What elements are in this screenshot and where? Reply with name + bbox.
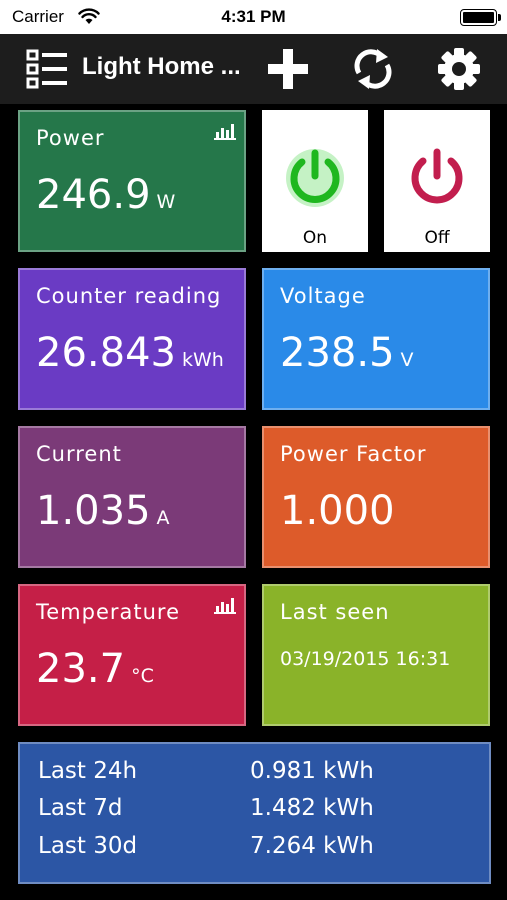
temperature-value: 23.7	[36, 646, 126, 692]
voltage-unit: V	[400, 349, 414, 371]
off-label: Off	[424, 228, 450, 248]
power-factor-value-row: 1.000	[280, 488, 395, 534]
temperature-value-row: 23.7 °C	[36, 646, 154, 692]
gear-icon[interactable]	[436, 46, 482, 92]
power-unit: W	[156, 191, 176, 213]
power-factor-tile[interactable]: Power Factor 1.000	[262, 426, 490, 568]
voltage-value: 238.5	[280, 330, 395, 376]
power-value-row: 246.9 W	[36, 172, 175, 218]
power-label: Power	[36, 126, 105, 150]
temperature-tile[interactable]: Temperature 23.7 °C	[18, 584, 246, 726]
current-value: 1.035	[36, 488, 151, 534]
battery-fill	[463, 12, 494, 23]
voltage-value-row: 238.5 V	[280, 330, 414, 376]
page-title: Light Home ...	[82, 53, 241, 80]
energy-summary-panel: Last 24h 0.981 kWh Last 7d 1.482 kWh Las…	[18, 742, 491, 884]
summary-amount: 0.981 kWh	[250, 758, 374, 784]
voltage-tile[interactable]: Voltage 238.5 V	[262, 268, 490, 410]
counter-tile[interactable]: Counter reading 26.843 kWh	[18, 268, 246, 410]
list-icon[interactable]	[24, 46, 70, 92]
voltage-label: Voltage	[280, 284, 366, 308]
battery-icon	[460, 9, 501, 26]
plus-icon[interactable]	[265, 46, 311, 92]
power-off-icon	[411, 148, 463, 204]
chart-icon[interactable]	[214, 596, 236, 614]
power-tile[interactable]: Power 246.9 W	[18, 110, 246, 252]
summary-period: Last 30d	[38, 833, 138, 859]
last-seen-tile[interactable]: Last seen 03/19/2015 16:31	[262, 584, 490, 726]
summary-period: Last 24h	[38, 758, 138, 784]
current-unit: A	[156, 507, 170, 529]
counter-value: 26.843	[36, 330, 176, 376]
current-label: Current	[36, 442, 122, 466]
temperature-unit: °C	[131, 665, 154, 687]
summary-period: Last 7d	[38, 795, 123, 821]
summary-amount: 1.482 kWh	[250, 795, 374, 821]
counter-unit: kWh	[181, 349, 224, 371]
status-bar: Carrier 4:31 PM	[0, 0, 507, 34]
last-seen-label: Last seen	[280, 600, 390, 624]
power-on-icon	[286, 149, 344, 207]
nav-bar: Light Home ...	[0, 34, 507, 104]
clock: 4:31 PM	[221, 7, 286, 26]
power-value: 246.9	[36, 172, 151, 218]
off-button[interactable]: Off	[384, 110, 490, 252]
last-seen-value: 03/19/2015 16:31	[280, 648, 451, 670]
on-button[interactable]: On	[262, 110, 368, 252]
refresh-icon[interactable]	[350, 46, 396, 92]
chart-icon[interactable]	[214, 122, 236, 140]
summary-amount: 7.264 kWh	[250, 833, 374, 859]
current-value-row: 1.035 A	[36, 488, 170, 534]
on-label: On	[302, 228, 328, 248]
power-factor-value: 1.000	[280, 488, 395, 534]
current-tile[interactable]: Current 1.035 A	[18, 426, 246, 568]
counter-label: Counter reading	[36, 284, 222, 308]
temperature-label: Temperature	[36, 600, 181, 624]
counter-value-row: 26.843 kWh	[36, 330, 224, 376]
power-factor-label: Power Factor	[280, 442, 427, 466]
